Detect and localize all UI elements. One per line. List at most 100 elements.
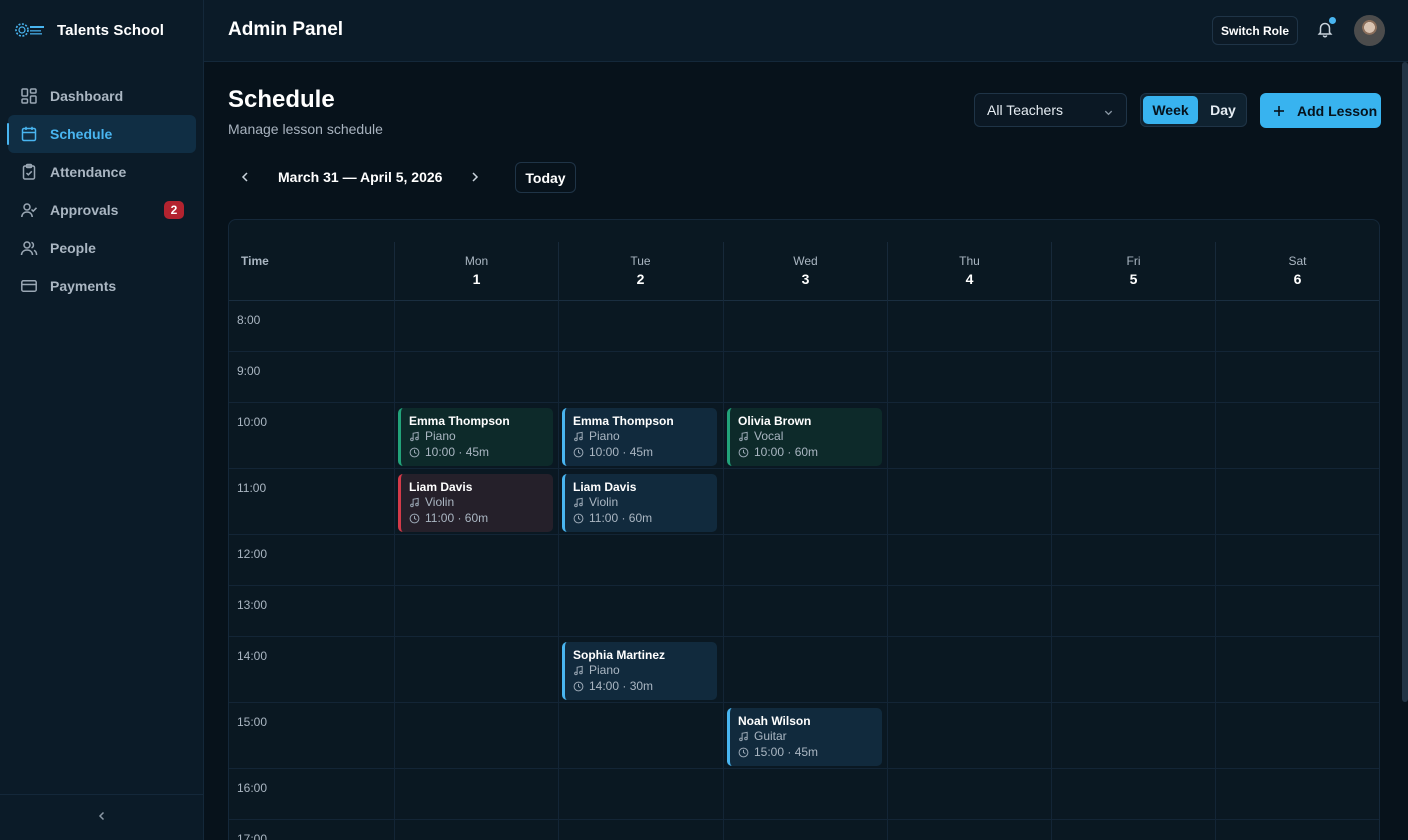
- add-lesson-button[interactable]: Add Lesson: [1260, 93, 1381, 128]
- day-number: 5: [1129, 271, 1138, 287]
- hour-label: 15:00: [237, 715, 268, 729]
- clock-icon: [409, 513, 420, 524]
- day-number: 4: [965, 271, 974, 287]
- sidebar-item-label: Approvals: [50, 202, 119, 218]
- chevron-left-icon: [96, 809, 108, 827]
- day-header-sat: Sat 6: [1215, 242, 1379, 301]
- day-header-mon: Mon 1: [394, 242, 558, 301]
- sidebar-item-approvals[interactable]: Approvals 2: [8, 191, 196, 229]
- lesson-time-row: 10:00 · 60m: [738, 445, 882, 460]
- lesson-student: Noah Wilson: [738, 714, 811, 728]
- hour-label: 11:00: [237, 481, 267, 495]
- top-header: Admin Panel Switch Role: [204, 0, 1408, 62]
- hour-row[interactable]: 16:00: [229, 769, 1379, 820]
- lesson-card[interactable]: Emma Thompson Piano 10:00 · 45m: [398, 408, 553, 466]
- user-avatar[interactable]: [1354, 15, 1385, 46]
- lesson-instrument: Violin: [425, 495, 455, 509]
- hour-row[interactable]: 13:00: [229, 586, 1379, 637]
- lesson-instrument-row: Violin: [573, 495, 717, 510]
- page-scrollbar[interactable]: [1402, 62, 1408, 702]
- lesson-card[interactable]: Liam Davis Violin 11:00 · 60m: [398, 474, 553, 532]
- hour-row[interactable]: 17:00: [229, 820, 1379, 840]
- hour-label: 10:00: [237, 415, 268, 429]
- teacher-filter-select[interactable]: All Teachers: [974, 93, 1127, 127]
- day-header-thu: Thu 4: [887, 242, 1051, 301]
- view-toggle: Week Day: [1140, 93, 1247, 127]
- hour-row[interactable]: 9:00: [229, 352, 1379, 403]
- lesson-student: Sophia Martinez: [573, 648, 666, 662]
- lesson-card[interactable]: Emma Thompson Piano 10:00 · 45m: [562, 408, 717, 466]
- sidebar-item-label: Attendance: [50, 164, 127, 180]
- sidebar-item-dashboard[interactable]: Dashboard: [8, 77, 196, 115]
- page-subtitle: Manage lesson schedule: [228, 121, 383, 137]
- hour-row[interactable]: 14:00: [229, 637, 1379, 703]
- sidebar-nav: Dashboard Schedule Attendance Approvals …: [7, 77, 196, 305]
- clock-icon: [738, 747, 749, 758]
- day-view-button[interactable]: Day: [1201, 96, 1245, 124]
- lesson-student: Emma Thompson: [409, 414, 510, 428]
- approvals-count-badge: 2: [164, 201, 184, 219]
- notification-dot: [1329, 17, 1336, 24]
- day-header-fri: Fri 5: [1051, 242, 1215, 301]
- lesson-time: 11:00 · 60m: [425, 511, 489, 525]
- next-week-button[interactable]: [468, 170, 482, 184]
- music-note-icon: [573, 497, 584, 508]
- page-title: Schedule: [228, 86, 335, 113]
- header-title: Admin Panel: [228, 19, 344, 40]
- day-name: Thu: [959, 254, 980, 268]
- sidebar-item-schedule[interactable]: Schedule: [7, 115, 196, 153]
- lesson-time: 15:00 · 45m: [754, 745, 819, 759]
- day-name: Tue: [630, 254, 651, 268]
- lesson-card[interactable]: Olivia Brown Vocal 10:00 · 60m: [727, 408, 882, 466]
- sidebar-item-label: Payments: [50, 278, 117, 294]
- brand[interactable]: Talents School: [14, 18, 164, 42]
- sidebar-item-attendance[interactable]: Attendance: [8, 153, 196, 191]
- lesson-student: Liam Davis: [409, 480, 473, 494]
- lesson-instrument: Vocal: [754, 429, 784, 443]
- day-number: 6: [1293, 271, 1302, 287]
- hour-row[interactable]: 8:00: [229, 301, 1379, 352]
- day-name: Sat: [1288, 254, 1307, 268]
- time-column-header: Time: [241, 254, 269, 268]
- lesson-student: Liam Davis: [573, 480, 637, 494]
- sidebar-item-people[interactable]: People: [8, 229, 196, 267]
- lesson-instrument-row: Vocal: [738, 429, 882, 444]
- lesson-instrument-row: Piano: [573, 429, 717, 444]
- lesson-instrument-row: Guitar: [738, 729, 882, 744]
- sidebar-item-payments[interactable]: Payments: [8, 267, 196, 305]
- chevron-right-icon: [468, 171, 482, 188]
- grid-icon: [19, 86, 39, 106]
- lesson-time: 14:00 · 30m: [589, 679, 654, 693]
- lesson-time-row: 10:00 · 45m: [573, 445, 717, 460]
- switch-role-button[interactable]: Switch Role: [1212, 16, 1298, 45]
- collapse-sidebar-button[interactable]: [0, 794, 203, 840]
- clock-icon: [573, 447, 584, 458]
- users-icon: [19, 238, 39, 258]
- clipboard-check-icon: [19, 162, 39, 182]
- music-note-icon: [409, 431, 420, 442]
- sidebar-item-label: Schedule: [50, 126, 113, 142]
- day-name: Mon: [464, 254, 489, 268]
- lesson-student: Olivia Brown: [738, 414, 812, 428]
- lesson-card[interactable]: Liam Davis Violin 11:00 · 60m: [562, 474, 717, 532]
- previous-week-button[interactable]: [238, 170, 252, 184]
- lesson-time-row: 11:00 · 60m: [409, 511, 553, 526]
- clock-icon: [738, 447, 749, 458]
- hour-label: 9:00: [237, 364, 261, 378]
- hour-label: 13:00: [237, 598, 268, 612]
- lesson-card[interactable]: Sophia Martinez Piano 14:00 · 30m: [562, 642, 717, 700]
- today-button[interactable]: Today: [515, 162, 576, 193]
- music-note-icon: [409, 497, 420, 508]
- hour-row[interactable]: 12:00: [229, 535, 1379, 586]
- talents-school-logo-icon: [14, 18, 48, 42]
- lesson-card[interactable]: Noah Wilson Guitar 15:00 · 45m: [727, 708, 882, 766]
- music-note-icon: [573, 665, 584, 676]
- lesson-instrument-row: Piano: [573, 663, 717, 678]
- hour-label: 8:00: [237, 313, 261, 327]
- lesson-instrument-row: Piano: [409, 429, 553, 444]
- week-view-button[interactable]: Week: [1143, 96, 1198, 124]
- day-name: Fri: [1126, 254, 1141, 268]
- notifications-button[interactable]: [1316, 17, 1336, 40]
- add-lesson-label: Add Lesson: [1297, 102, 1378, 119]
- plus-icon: [1272, 104, 1286, 118]
